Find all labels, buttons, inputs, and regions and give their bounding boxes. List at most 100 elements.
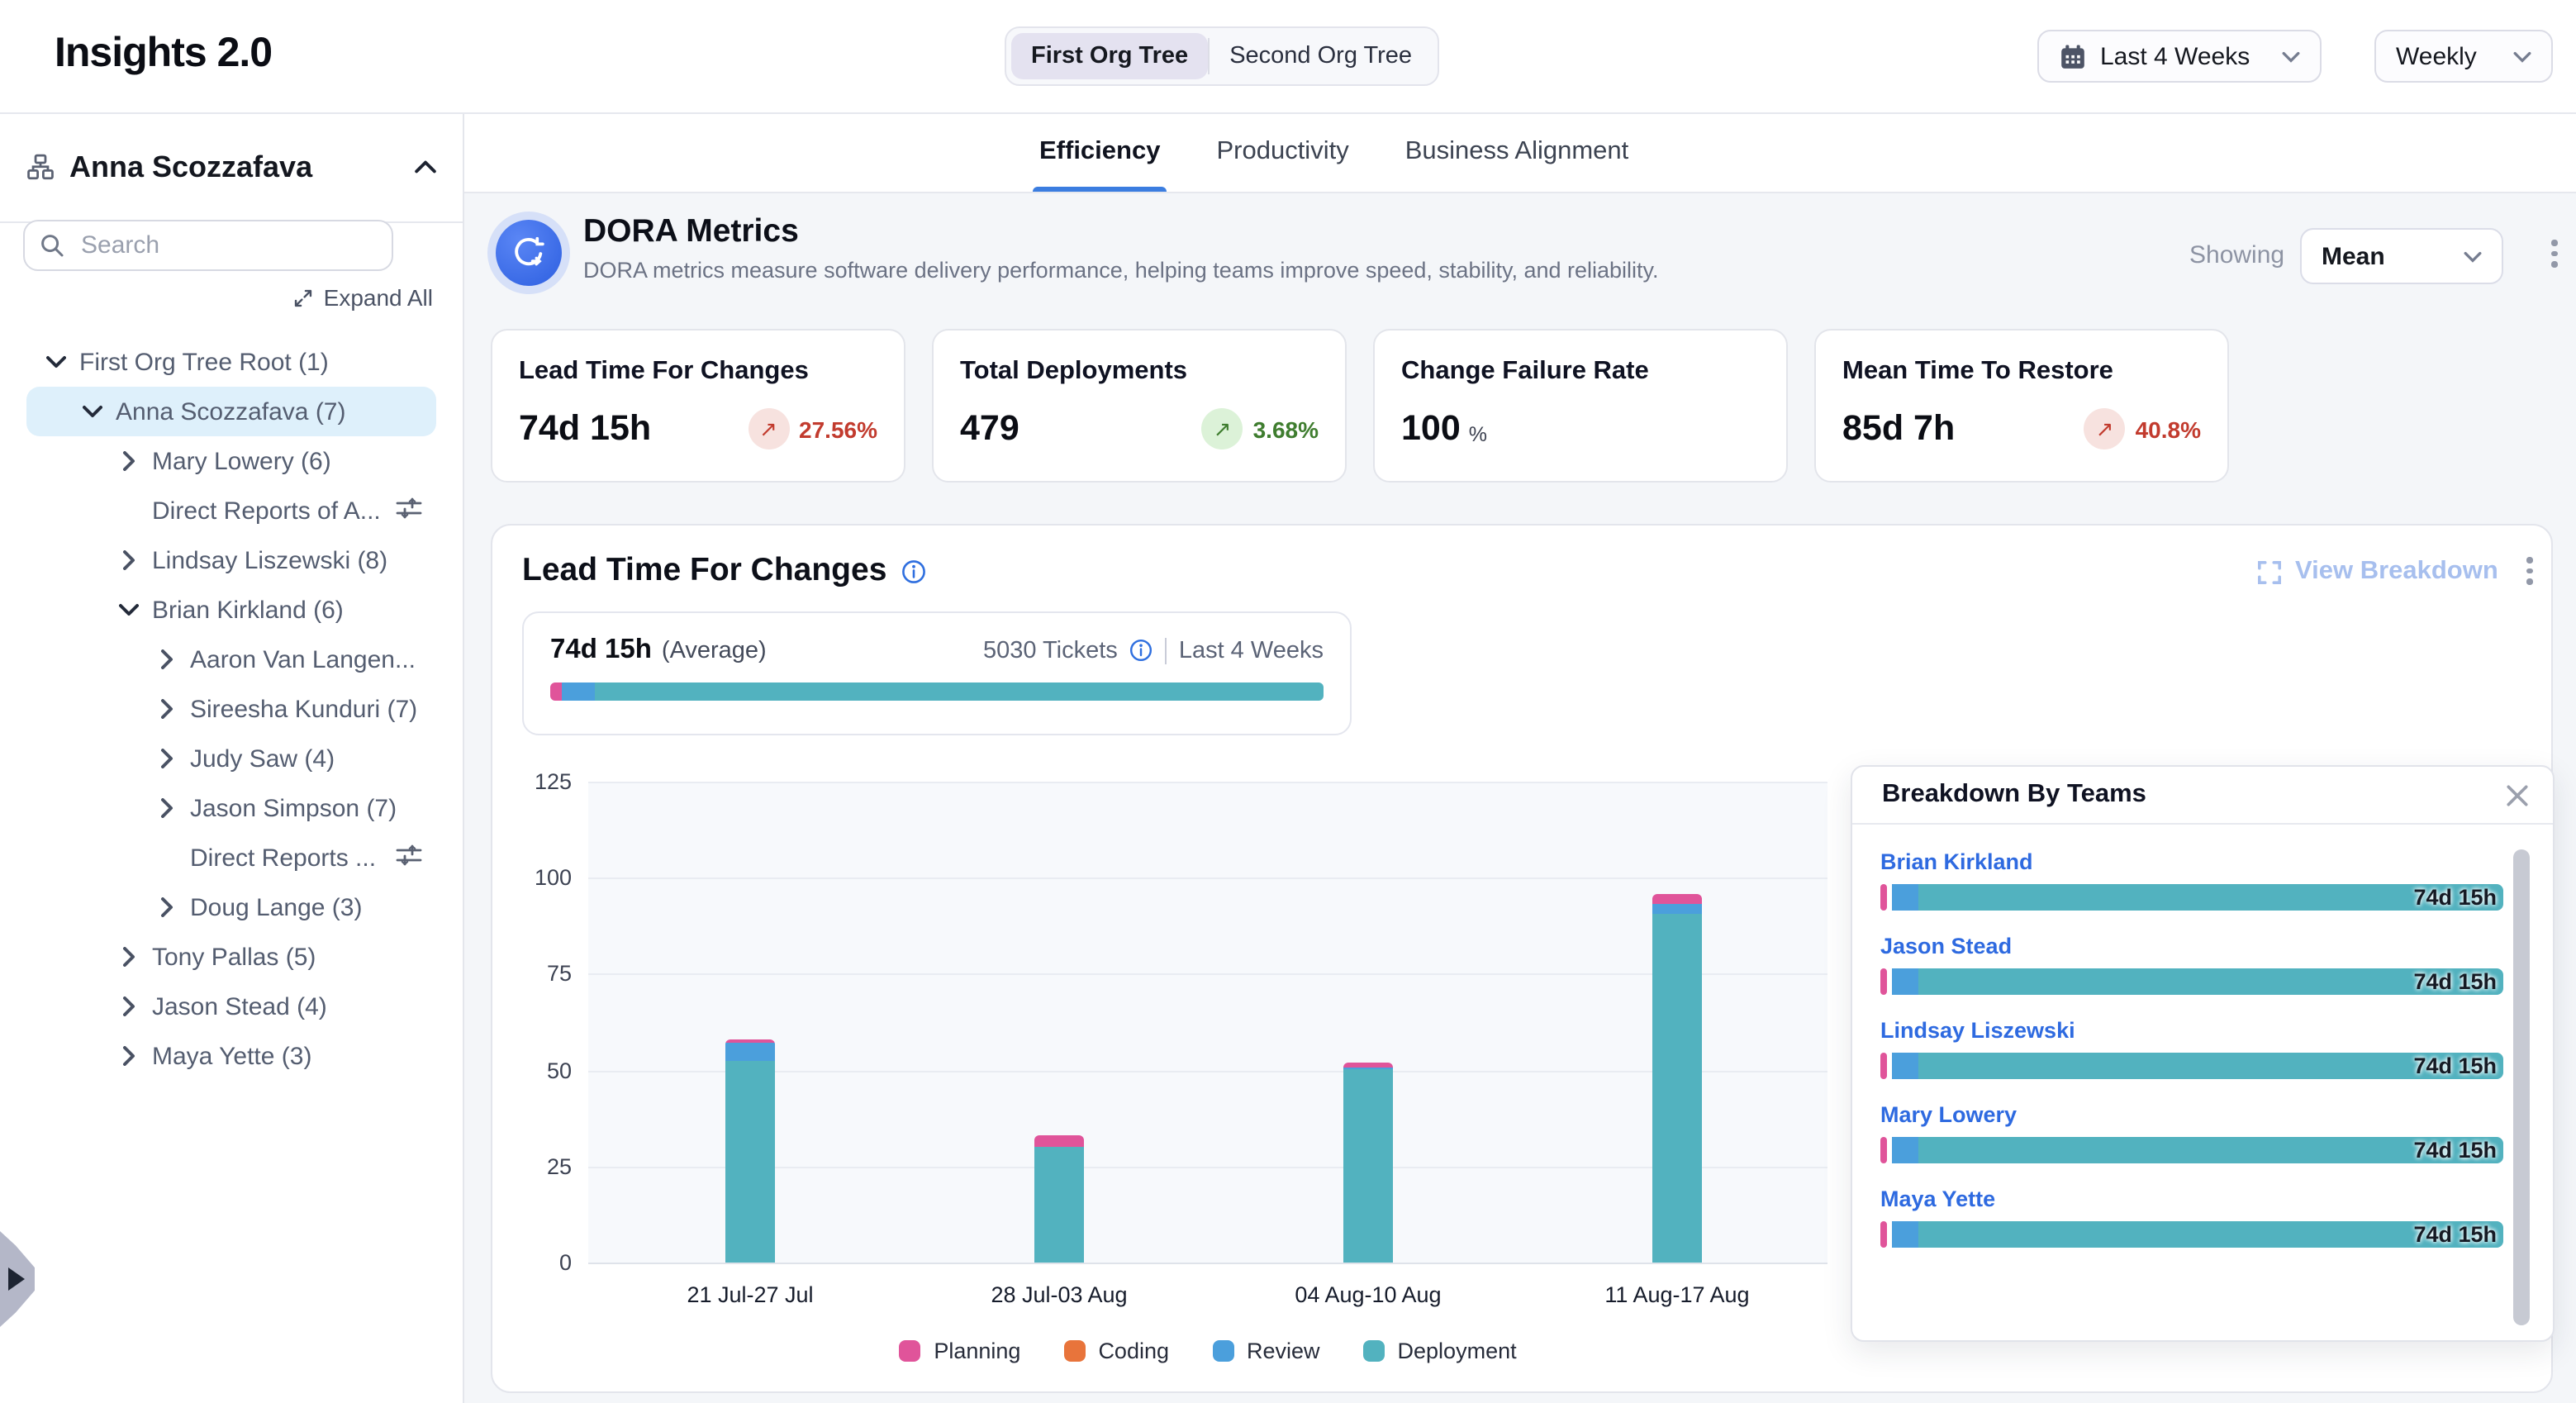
chevron-up-icon[interactable] xyxy=(415,160,436,174)
tree-item[interactable]: Jason Simpson (7) xyxy=(0,783,436,833)
tree-item-label[interactable]: Mary Lowery (6) xyxy=(152,447,331,475)
chevron-right-icon[interactable] xyxy=(119,947,139,967)
view-breakdown-button[interactable]: View Breakdown xyxy=(2257,557,2498,587)
tree-item-label[interactable]: Jason Stead (4) xyxy=(152,992,327,1020)
tree-item-label[interactable]: Brian Kirkland (6) xyxy=(152,596,344,624)
info-icon[interactable] xyxy=(900,558,926,584)
tree-item[interactable]: Aaron Van Langen... xyxy=(0,635,436,684)
tree-item[interactable]: Tony Pallas (5) xyxy=(0,932,436,982)
tree-item[interactable]: Direct Reports ... xyxy=(0,833,436,882)
tree-item[interactable]: Brian Kirkland (6) xyxy=(0,585,436,635)
team-name-link[interactable]: Brian Kirkland xyxy=(1880,849,2033,874)
org-tree: First Org Tree Root (1) Anna Scozzafava (… xyxy=(0,337,463,1081)
metric-card-delta: ↗27.56% xyxy=(748,408,877,449)
filters-icon[interactable] xyxy=(395,495,423,526)
dora-kebab-menu[interactable] xyxy=(2551,240,2557,267)
team-stacked-bar: 74d 15h xyxy=(1880,1137,2503,1163)
team-name-link[interactable]: Mary Lowery xyxy=(1880,1102,2017,1127)
metric-card-value: 479 xyxy=(960,408,1019,449)
showing-select[interactable]: Mean xyxy=(2300,228,2503,284)
avg-bar-segment-planning xyxy=(550,682,562,701)
chevron-right-icon[interactable] xyxy=(157,798,177,818)
sidebar-collapse-handle[interactable] xyxy=(0,1231,35,1327)
tree-item-label[interactable]: Aaron Van Langen... xyxy=(190,645,416,673)
tree-item-label[interactable]: Doug Lange (3) xyxy=(190,893,363,921)
metric-card-value-row: 85d 7h↗40.8% xyxy=(1842,408,2201,449)
tab-business-alignment[interactable]: Business Alignment xyxy=(1399,112,1636,192)
chart-bar[interactable] xyxy=(1652,893,1702,1263)
info-icon[interactable] xyxy=(1129,638,1154,663)
team-value: 74d 15h xyxy=(2413,1222,2497,1247)
avg-bar-segment-review xyxy=(562,682,595,701)
lead-time-kebab-menu[interactable] xyxy=(2526,557,2532,584)
filters-icon[interactable] xyxy=(395,842,423,873)
y-axis-tick-label: 125 xyxy=(506,769,572,794)
tree-item[interactable]: Lindsay Liszewski (8) xyxy=(0,535,436,585)
tree-item[interactable]: Sireesha Kunduri (7) xyxy=(0,684,436,734)
team-name-link[interactable]: Lindsay Liszewski xyxy=(1880,1018,2075,1043)
main-area: Efficiency Productivity Business Alignment… xyxy=(464,112,2576,1403)
tab-productivity[interactable]: Productivity xyxy=(1210,112,1355,192)
tree-item[interactable]: Judy Saw (4) xyxy=(0,734,436,783)
granularity-select[interactable]: Weekly xyxy=(2374,30,2553,83)
org-tree-option-1[interactable]: First Org Tree xyxy=(1011,33,1208,79)
metric-card-title: Total Deployments xyxy=(960,357,1319,387)
team-bar-review xyxy=(1892,1137,1918,1163)
tree-item-label[interactable]: Direct Reports of A... xyxy=(152,497,381,525)
tree-item[interactable]: Anna Scozzafava (7) xyxy=(26,387,436,436)
team-name-link[interactable]: Maya Yette xyxy=(1880,1187,1995,1211)
dora-section-subtitle: DORA metrics measure software delivery p… xyxy=(583,258,1659,283)
legend-item-planning: Planning xyxy=(899,1339,1020,1363)
gridline-75 xyxy=(588,974,1827,976)
chart-bar[interactable] xyxy=(1343,1063,1393,1263)
panel-scrollbar[interactable] xyxy=(2513,849,2530,1325)
chart-bar[interactable] xyxy=(725,1039,775,1263)
tree-item-label[interactable]: Tony Pallas (5) xyxy=(152,943,316,971)
search-icon xyxy=(40,233,64,258)
tree-item-label[interactable]: Maya Yette (3) xyxy=(152,1042,311,1070)
date-range-select[interactable]: Last 4 Weeks xyxy=(2037,30,2322,83)
chevron-down-icon xyxy=(2282,50,2300,62)
tree-item-label[interactable]: Judy Saw (4) xyxy=(190,744,335,773)
chevron-right-icon[interactable] xyxy=(119,451,139,471)
metric-card-title: Mean Time To Restore xyxy=(1842,357,2201,387)
tab-efficiency[interactable]: Efficiency xyxy=(1033,112,1167,192)
close-icon[interactable] xyxy=(2505,782,2530,807)
chevron-down-icon[interactable] xyxy=(119,600,139,620)
chevron-right-icon[interactable] xyxy=(157,699,177,719)
metric-card-value-row: 74d 15h ↗27.56% xyxy=(519,408,877,449)
chevron-right-icon[interactable] xyxy=(157,749,177,768)
chevron-right-icon[interactable] xyxy=(119,550,139,570)
org-tree-option-2[interactable]: Second Org Tree xyxy=(1210,33,1432,79)
tree-item[interactable]: Maya Yette (3) xyxy=(0,1031,436,1081)
bar-segment-deployment xyxy=(1034,1147,1084,1263)
tree-item-label[interactable]: Lindsay Liszewski (8) xyxy=(152,546,387,574)
tree-item[interactable]: Direct Reports of A... xyxy=(0,486,436,535)
team-bar-review xyxy=(1892,968,1918,995)
chevron-down-icon[interactable] xyxy=(83,402,102,421)
chart-legend: PlanningCodingReviewDeployment xyxy=(588,1339,1827,1363)
team-row: Mary Lowery 74d 15h xyxy=(1880,1101,2503,1163)
tree-item-label[interactable]: Direct Reports ... xyxy=(190,844,376,872)
tree-item-label[interactable]: Anna Scozzafava (7) xyxy=(116,397,346,426)
tree-indent-spacer xyxy=(157,848,177,868)
chart-bar[interactable] xyxy=(1034,1135,1084,1263)
chevron-right-icon[interactable] xyxy=(119,996,139,1016)
chevron-right-icon[interactable] xyxy=(157,649,177,669)
expand-all-button[interactable]: Expand All xyxy=(292,284,433,311)
metric-card-value: 74d 15h xyxy=(519,408,651,449)
dora-section-title: DORA Metrics xyxy=(583,213,799,251)
team-name-link[interactable]: Jason Stead xyxy=(1880,934,2012,958)
tree-item[interactable]: Mary Lowery (6) xyxy=(0,436,436,486)
tree-item-label[interactable]: First Org Tree Root (1) xyxy=(79,348,329,376)
search-input[interactable] xyxy=(78,230,377,261)
chevron-right-icon[interactable] xyxy=(119,1046,139,1066)
tree-item-label[interactable]: Sireesha Kunduri (7) xyxy=(190,695,417,723)
chevron-right-icon[interactable] xyxy=(157,897,177,917)
chevron-down-icon[interactable] xyxy=(46,352,66,372)
tree-item[interactable]: First Org Tree Root (1) xyxy=(0,337,436,387)
tree-item[interactable]: Doug Lange (3) xyxy=(0,882,436,932)
triangle-right-icon xyxy=(8,1267,25,1291)
tree-item-label[interactable]: Jason Simpson (7) xyxy=(190,794,397,822)
tree-item[interactable]: Jason Stead (4) xyxy=(0,982,436,1031)
